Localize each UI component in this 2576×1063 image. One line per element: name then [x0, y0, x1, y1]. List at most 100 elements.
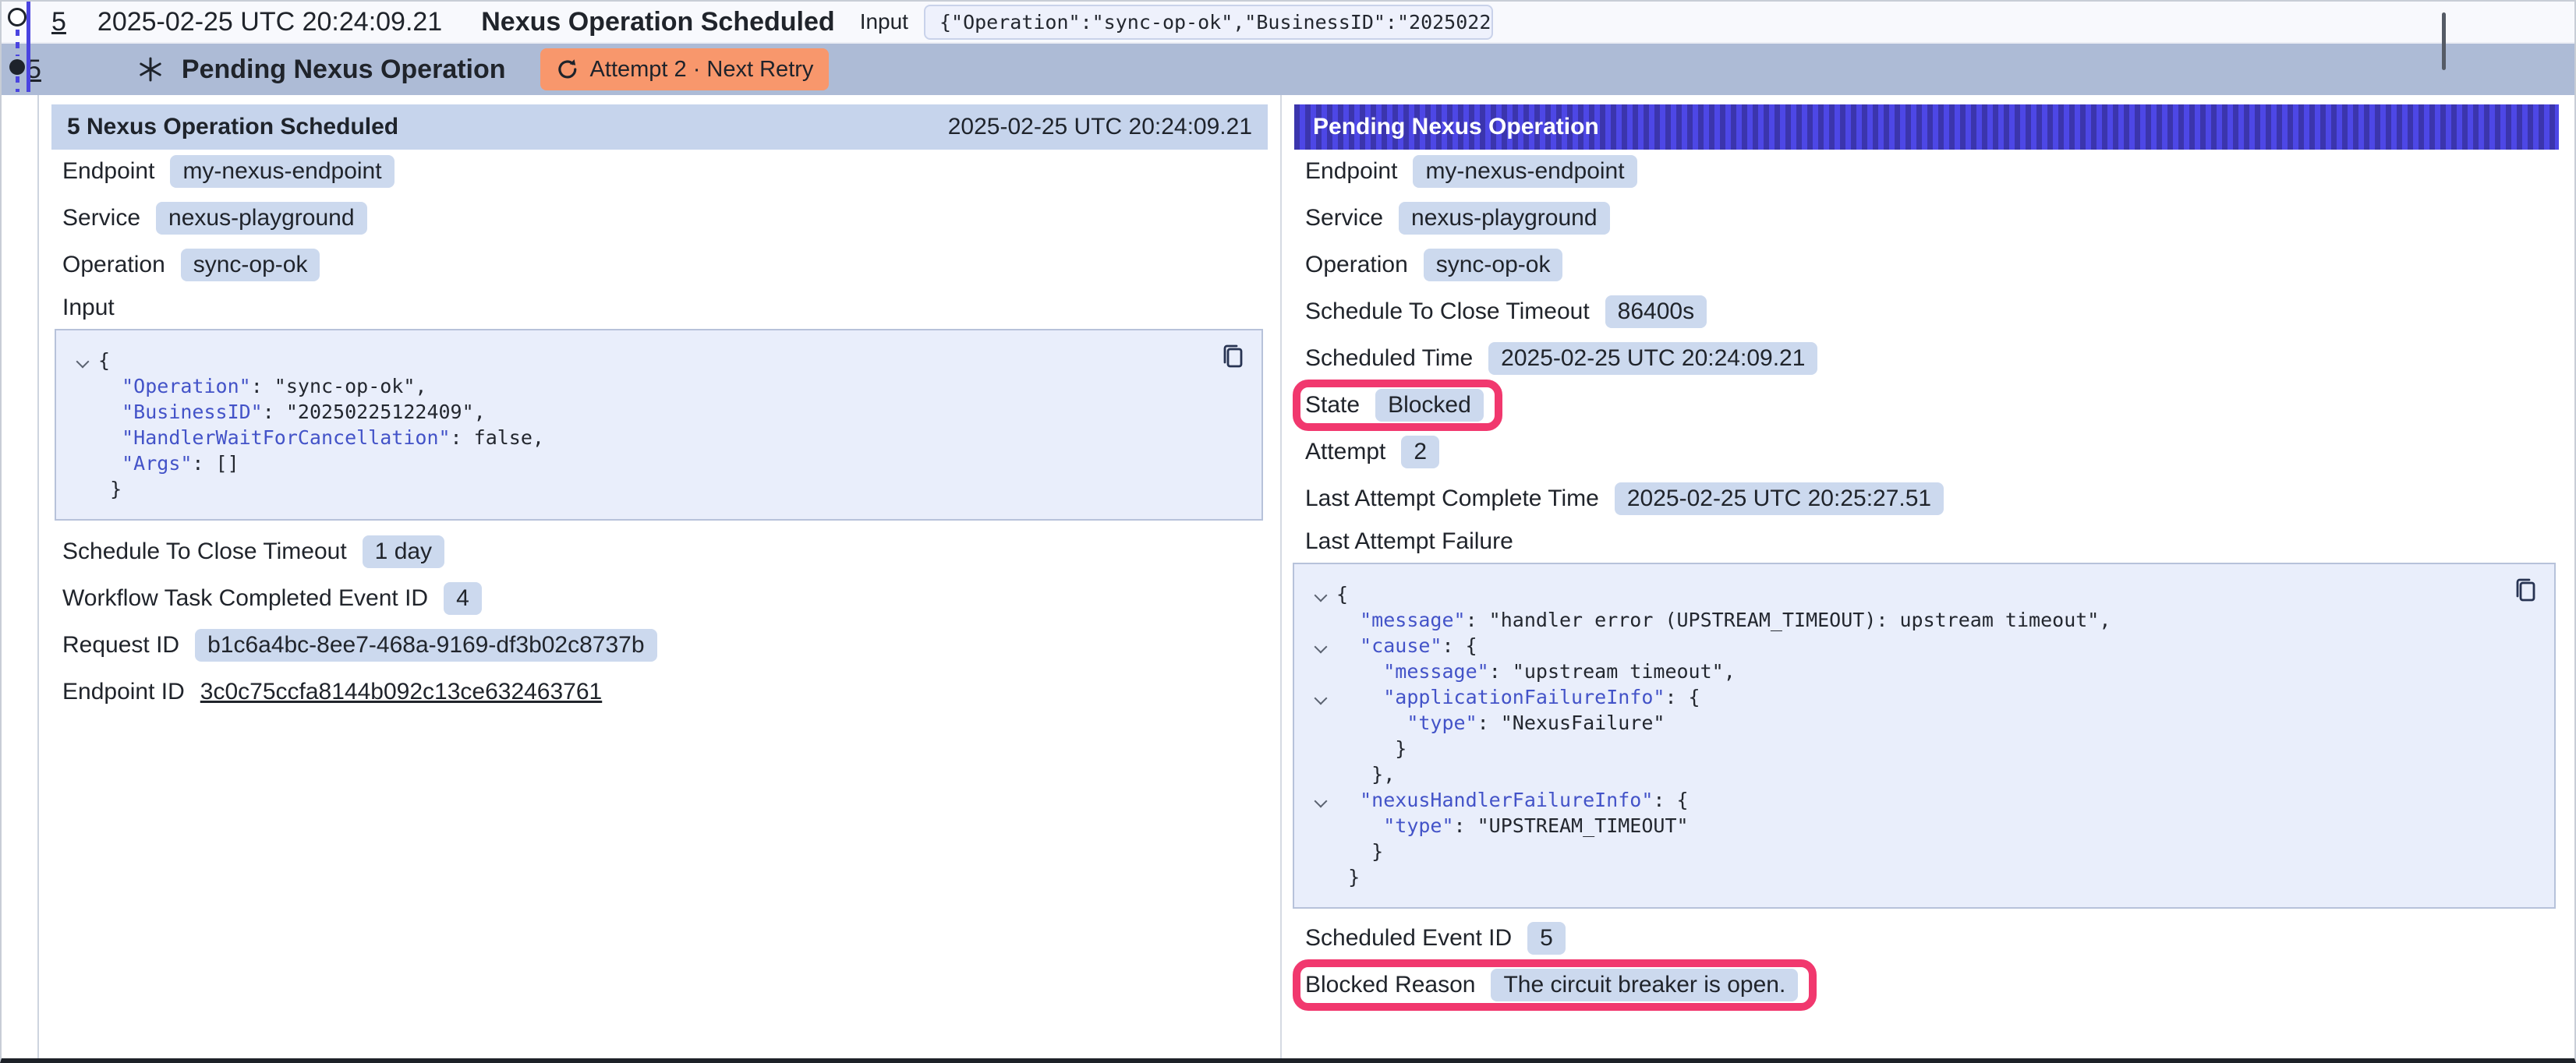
last-attempt-failure-label: Last Attempt Failure: [1305, 528, 2549, 556]
event-timestamp: 2025-02-25 UTC 20:24:09.21: [97, 7, 442, 37]
event-id-link[interactable]: 5: [51, 7, 66, 37]
pending-operation-panel: Pending Nexus Operation Endpoint my-nexu…: [1282, 95, 2571, 1058]
field-label: Workflow Task Completed Event ID: [62, 585, 428, 612]
field-row-workflow-task-completed-event-id: Workflow Task Completed Event ID 4: [62, 581, 1258, 616]
event-row-nexus-operation-scheduled[interactable]: 5 2025-02-25 UTC 20:24:09.21 Nexus Opera…: [2, 2, 2574, 44]
copy-icon[interactable]: [1219, 343, 1246, 369]
panel-timestamp: 2025-02-25 UTC 20:24:09.21: [948, 114, 1252, 140]
field-row-service: Service nexus-playground: [1305, 201, 2549, 235]
scheduled-panel-header: 5 Nexus Operation Scheduled 2025-02-25 U…: [51, 104, 1268, 150]
field-label: Service: [1305, 205, 1383, 231]
collapse-chevron-icon[interactable]: [1313, 633, 1336, 659]
field-value-chip: 4: [444, 582, 482, 615]
field-value-chip: 86400s: [1605, 295, 1707, 328]
state-annotation-highlight: State Blocked: [1305, 389, 1484, 422]
field-label: Last Attempt Complete Time: [1305, 486, 1599, 512]
pending-panel-header: Pending Nexus Operation: [1294, 104, 2559, 150]
json-line: "cause": {: [1313, 633, 2535, 659]
field-row-blocked-reason: Blocked Reason The circuit breaker is op…: [1305, 968, 2549, 1002]
failure-json-block: { "message": "handler error (UPSTREAM_TI…: [1293, 563, 2556, 909]
field-label: Operation: [1305, 252, 1408, 278]
timeline-dashed-connector: [16, 30, 19, 56]
json-line: "type": "NexusFailure": [1313, 710, 2535, 736]
field-row-request-id: Request ID b1c6a4bc-8ee7-468a-9169-df3b0…: [62, 628, 1258, 662]
scrollbar-thumb[interactable]: [2442, 12, 2446, 70]
panel-title: Pending Nexus Operation: [1313, 114, 1599, 140]
field-value-chip: 2025-02-25 UTC 20:25:27.51: [1615, 482, 1944, 515]
field-row-endpoint-id: Endpoint ID 3c0c75ccfa8144b092c13ce63246…: [62, 675, 1258, 709]
timeline-dashed-connector: [16, 76, 19, 92]
field-label: Endpoint: [62, 158, 154, 185]
collapse-chevron-icon[interactable]: [75, 348, 98, 373]
endpoint-id-link[interactable]: 3c0c75ccfa8144b092c13ce632463761: [200, 679, 602, 705]
event-node-icon: [8, 8, 27, 26]
json-line: "message": "upstream timeout",: [1313, 659, 2535, 684]
field-label: Attempt: [1305, 439, 1385, 465]
field-label: Service: [62, 205, 140, 231]
field-row-endpoint: Endpoint my-nexus-endpoint: [62, 154, 1258, 189]
field-label: Request ID: [62, 632, 179, 659]
json-line: }: [75, 476, 1243, 502]
field-row-operation: Operation sync-op-ok: [1305, 248, 2549, 282]
json-line: }: [1313, 839, 2535, 864]
collapse-chevron-icon[interactable]: [1313, 787, 1336, 813]
field-label: Blocked Reason: [1305, 972, 1475, 998]
scheduled-panel-body: Endpoint my-nexus-endpoint Service nexus…: [39, 154, 1280, 709]
pending-node-icon: [9, 59, 25, 75]
field-value-chip: 2025-02-25 UTC 20:24:09.21: [1488, 342, 1817, 375]
json-line: {: [1313, 581, 2535, 607]
field-row-state: State Blocked: [1305, 388, 2549, 422]
json-line: {: [75, 348, 1243, 373]
field-value-chip: my-nexus-endpoint: [170, 155, 394, 188]
state-value-chip: Blocked: [1375, 389, 1484, 422]
json-line: "BusinessID": "20250225122409",: [75, 399, 1243, 425]
field-row-last-attempt-complete-time: Last Attempt Complete Time 2025-02-25 UT…: [1305, 482, 2549, 516]
field-value-chip: my-nexus-endpoint: [1413, 155, 1637, 188]
field-row-operation: Operation sync-op-ok: [62, 248, 1258, 282]
field-value-chip: 2: [1401, 436, 1439, 468]
scheduled-event-panel: 5 Nexus Operation Scheduled 2025-02-25 U…: [39, 95, 1282, 1058]
event-row-pending-nexus-operation[interactable]: 5 Pending Nexus Operation Attempt 2 · Ne…: [2, 44, 2574, 95]
input-json-block: { "Operation": "sync-op-ok", "BusinessID…: [55, 329, 1263, 521]
field-value-chip: nexus-playground: [1399, 202, 1610, 235]
field-label: Operation: [62, 252, 165, 278]
input-label: Input: [860, 9, 908, 34]
field-value-chip: nexus-playground: [156, 202, 367, 235]
json-line: "applicationFailureInfo": {: [1313, 684, 2535, 710]
json-line: "HandlerWaitForCancellation": false,: [75, 425, 1243, 450]
field-value-chip: 1 day: [363, 535, 444, 568]
input-section-label: Input: [62, 295, 1258, 323]
pending-asterisk-icon: [138, 57, 163, 82]
temporal-event-history-screen: 5 2025-02-25 UTC 20:24:09.21 Nexus Opera…: [0, 0, 2576, 1063]
json-line: },: [1313, 761, 2535, 787]
json-line: "message": "handler error (UPSTREAM_TIME…: [1313, 607, 2535, 633]
field-row-service: Service nexus-playground: [62, 201, 1258, 235]
collapse-chevron-icon[interactable]: [1313, 684, 1336, 710]
json-line: "type": "UPSTREAM_TIMEOUT": [1313, 813, 2535, 839]
blocked-reason-value-chip: The circuit breaker is open.: [1491, 969, 1798, 1001]
json-line: "Args": []: [75, 450, 1243, 476]
field-row-endpoint: Endpoint my-nexus-endpoint: [1305, 154, 2549, 189]
event-details-container: 5 Nexus Operation Scheduled 2025-02-25 U…: [37, 95, 2571, 1058]
collapse-chevron-icon[interactable]: [1313, 581, 1336, 607]
json-line: "nexusHandlerFailureInfo": {: [1313, 787, 2535, 813]
field-label: Scheduled Event ID: [1305, 925, 1512, 952]
panel-title: 5 Nexus Operation Scheduled: [67, 114, 398, 140]
timeline-rail: [2, 2, 36, 95]
field-value-chip: sync-op-ok: [181, 249, 320, 281]
field-row-scheduled-time: Scheduled Time 2025-02-25 UTC 20:24:09.2…: [1305, 341, 2549, 376]
selected-event-accent-bar: [27, 2, 30, 92]
blocked-reason-annotation-highlight: Blocked Reason The circuit breaker is op…: [1305, 969, 1798, 1001]
event-title: Pending Nexus Operation: [182, 55, 506, 85]
field-label: Scheduled Time: [1305, 345, 1473, 372]
field-row-schedule-to-close-timeout: Schedule To Close Timeout 1 day: [62, 535, 1258, 569]
event-title: Nexus Operation Scheduled: [481, 7, 834, 37]
json-line: }: [1313, 736, 2535, 761]
field-label: Schedule To Close Timeout: [62, 539, 347, 565]
field-label: Schedule To Close Timeout: [1305, 298, 1590, 325]
pending-panel-body: Endpoint my-nexus-endpoint Service nexus…: [1282, 154, 2571, 1002]
copy-icon[interactable]: [2512, 577, 2539, 603]
json-line: }: [1313, 864, 2535, 890]
field-label: State: [1305, 392, 1360, 418]
input-preview-chip[interactable]: {"Operation":"sync-op-ok","BusinessID":"…: [924, 5, 1493, 40]
